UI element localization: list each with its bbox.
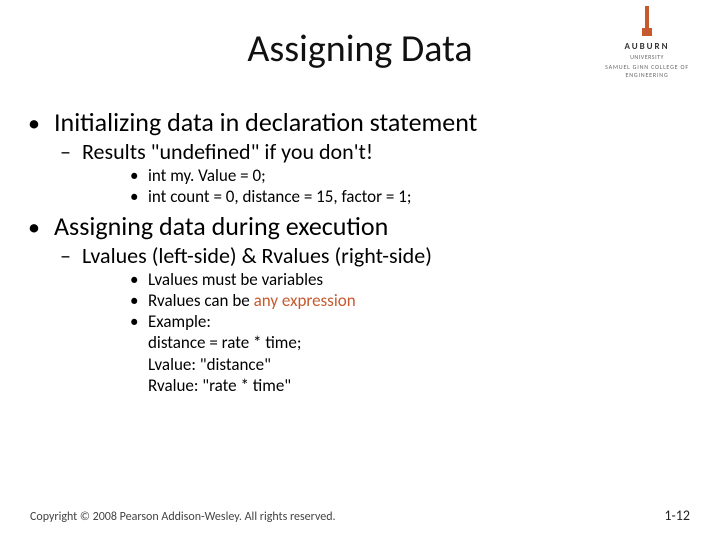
content-list: • Initializing data in declaration state… (28, 106, 692, 396)
bullet-icon: • (130, 186, 148, 207)
bullet-icon: • (130, 290, 148, 311)
list-item: • int my. Value = 0; (130, 165, 692, 186)
bullet-text: Results "undefined" if you don't! (82, 138, 373, 165)
bullet-text: int my. Value = 0; (148, 165, 266, 186)
dash-icon: – (60, 242, 82, 269)
text-accent: any expression (254, 290, 356, 311)
logo-name: AUBURN (592, 41, 702, 52)
bullet-text: int count = 0, distance = 15, factor = 1… (148, 186, 411, 207)
example-line: distance = rate * time; (148, 332, 692, 353)
bullet-text: Lvalues must be variables (148, 269, 323, 290)
bullet-icon: • (28, 109, 54, 138)
list-item: – Lvalues (left-side) & Rvalues (right-s… (60, 242, 692, 397)
auburn-logo: AUBURN UNIVERSITY SAMUEL GINN COLLEGE OF… (592, 6, 702, 79)
copyright-text: Copyright © 2008 Pearson Addison-Wesley.… (30, 510, 336, 524)
list-item: – Results "undefined" if you don't! • in… (60, 138, 692, 208)
bullet-text: Lvalues (left-side) & Rvalues (right-sid… (82, 242, 432, 269)
list-item: • Lvalues must be variables (130, 269, 692, 290)
logo-sub1: UNIVERSITY (592, 53, 702, 61)
text-pre: Rvalues can be (148, 290, 254, 311)
example-line: Rvalue: "rate * time" (148, 375, 692, 396)
bullet-text: Initializing data in declaration stateme… (54, 106, 477, 138)
slide: AUBURN UNIVERSITY SAMUEL GINN COLLEGE OF… (0, 0, 720, 540)
example-line: Lvalue: "distance" (148, 354, 692, 375)
list-item: • Example: distance = rate * time; Lvalu… (130, 311, 692, 396)
bullet-icon: • (28, 213, 54, 242)
list-item: • Assigning data during execution – Lval… (28, 210, 692, 397)
tower-icon (638, 6, 656, 38)
list-item: • int count = 0, distance = 15, factor =… (130, 186, 692, 207)
bullet-text: Example: (148, 311, 211, 332)
bullet-text: Assigning data during execution (54, 210, 388, 242)
bullet-icon: • (130, 269, 148, 290)
bullet-icon: • (130, 311, 148, 332)
bullet-icon: • (130, 165, 148, 186)
bullet-text: Rvalues can be any expression (148, 290, 356, 311)
list-item: • Rvalues can be any expression (130, 290, 692, 311)
logo-sub2: SAMUEL GINN COLLEGE OF ENGINEERING (592, 63, 702, 79)
dash-icon: – (60, 138, 82, 165)
list-item: • Initializing data in declaration state… (28, 106, 692, 208)
page-number: 1-12 (664, 507, 690, 524)
